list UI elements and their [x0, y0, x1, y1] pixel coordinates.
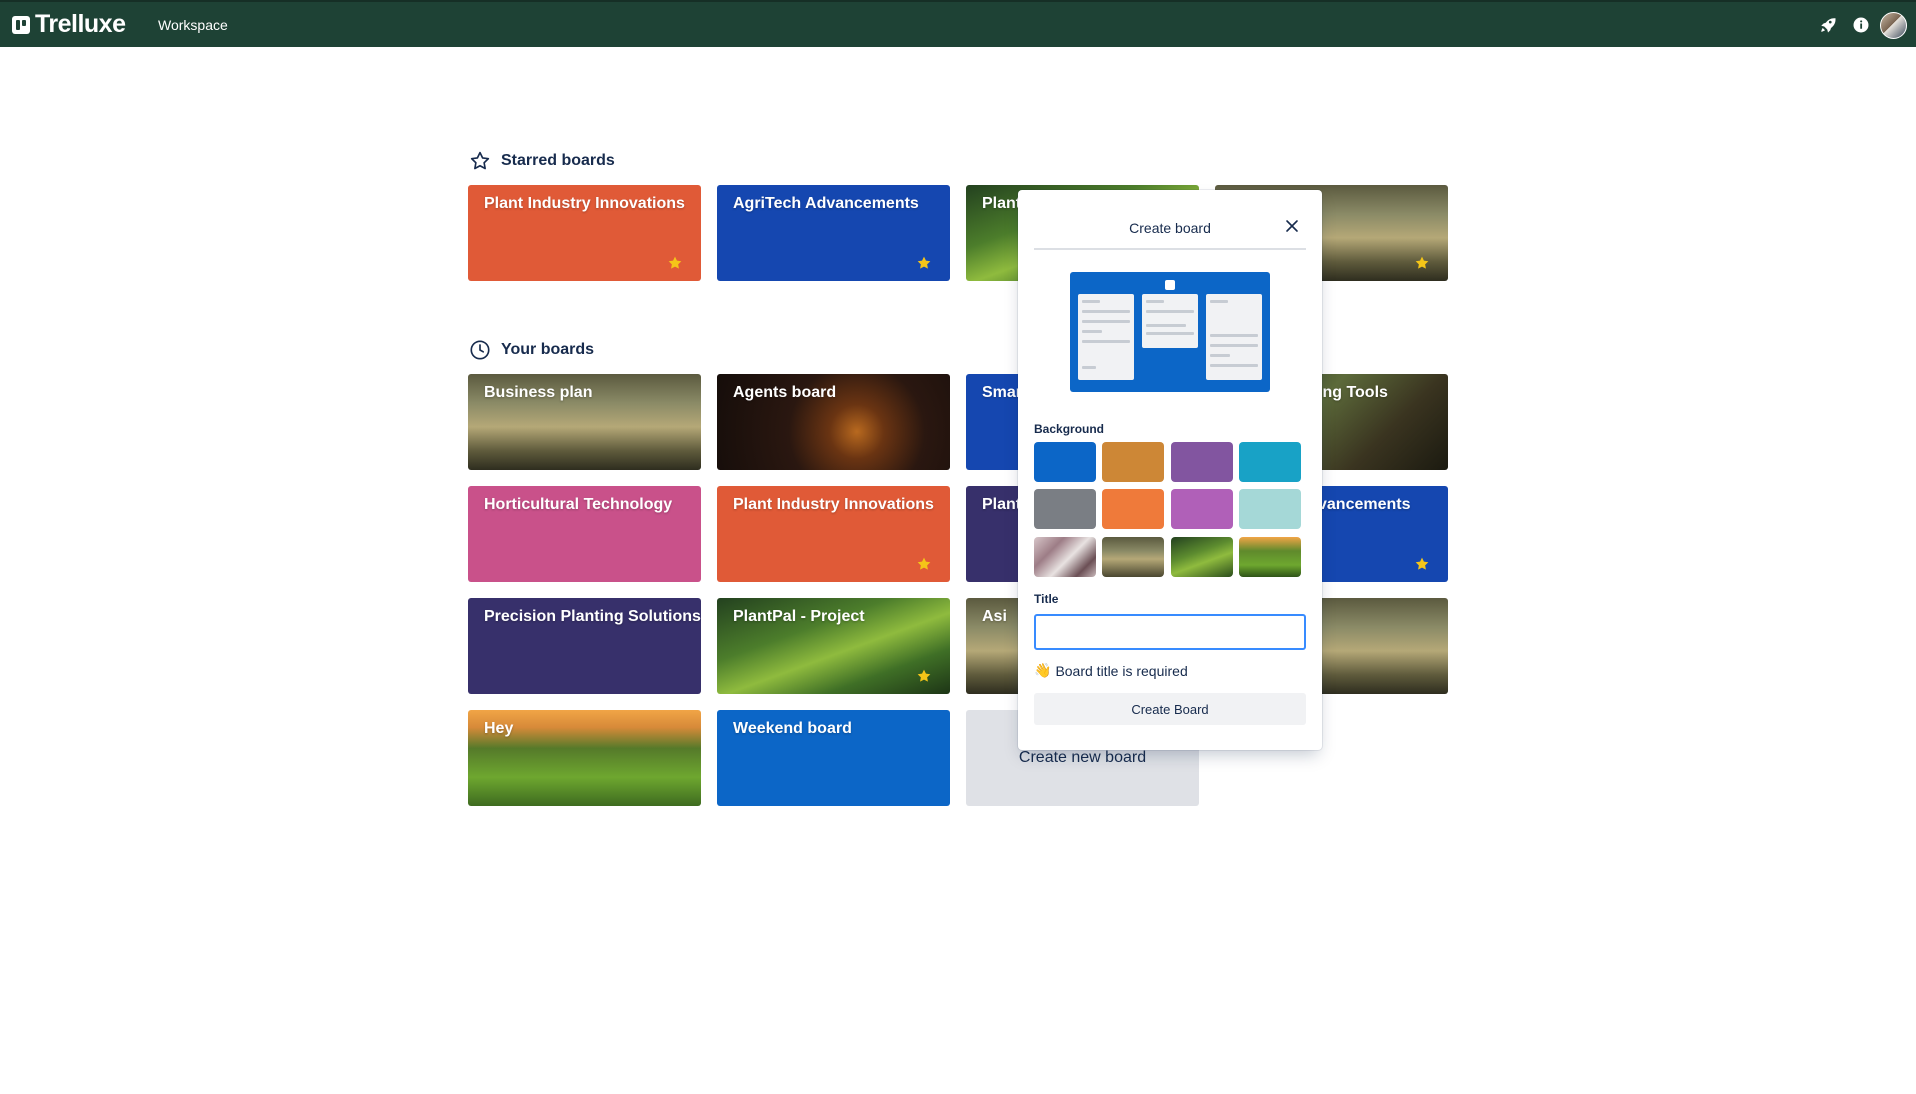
- background-swatch-orange[interactable]: [1102, 489, 1164, 529]
- board-title: Asi: [982, 608, 1007, 625]
- board-title: Hey: [484, 720, 514, 737]
- section-title-your-boards: Your boards: [501, 341, 595, 358]
- board-title: ing Tools: [1318, 384, 1388, 401]
- star-filled-icon[interactable]: [1414, 255, 1430, 271]
- preview-list: [1078, 294, 1134, 380]
- board-tile[interactable]: Precision Planting Solutions: [468, 598, 701, 694]
- title-required-message: 👋 Board title is required: [1034, 662, 1188, 679]
- background-label: Background: [1034, 422, 1105, 436]
- board-preview: [1070, 272, 1270, 392]
- trelluxe-logo-icon: [12, 15, 30, 34]
- board-title: Smar: [982, 384, 1023, 401]
- board-tile[interactable]: AgriTech Advancements: [717, 185, 950, 281]
- board-title: Plant: [982, 496, 1022, 513]
- create-new-board-label: Create new board: [1018, 749, 1147, 766]
- star-filled-icon[interactable]: [916, 556, 932, 572]
- top-nav-bar: Trelluxe Workspace: [0, 0, 1916, 47]
- background-swatch-gray[interactable]: [1034, 489, 1096, 529]
- background-swatch-cyan[interactable]: [1239, 442, 1301, 482]
- board-title: Plant Industry Innovations: [484, 195, 685, 212]
- create-board-popover: Create board Background Title 👋 Board ti…: [1018, 190, 1322, 750]
- board-title: Plant Industry Innovations: [733, 496, 934, 513]
- wave-emoji-icon: 👋: [1034, 662, 1052, 678]
- create-board-button[interactable]: Create Board: [1034, 693, 1306, 725]
- board-title: Horticultural Technology: [484, 496, 673, 513]
- workspace-link[interactable]: Workspace: [158, 17, 228, 33]
- board-title: Agents board: [733, 384, 837, 401]
- board-title: vancements: [1318, 496, 1411, 513]
- your-boards-heading: Your boards: [469, 339, 594, 361]
- section-title-starred: Starred boards: [501, 152, 615, 169]
- background-swatch-teal-light[interactable]: [1239, 489, 1301, 529]
- user-avatar[interactable]: [1880, 12, 1907, 39]
- board-title: Weekend board: [733, 720, 852, 737]
- app-name: Trelluxe: [35, 10, 126, 38]
- background-swatch-orange-brown[interactable]: [1102, 442, 1164, 482]
- background-swatch-magenta[interactable]: [1171, 489, 1233, 529]
- preview-list: [1206, 294, 1262, 380]
- info-icon[interactable]: [1851, 15, 1871, 35]
- board-tile[interactable]: Plant Industry Innovations: [717, 486, 950, 582]
- board-tile[interactable]: Weekend board: [717, 710, 950, 806]
- star-filled-icon[interactable]: [916, 668, 932, 684]
- star-filled-icon[interactable]: [1414, 556, 1430, 572]
- background-photo-flowers[interactable]: [1034, 537, 1096, 577]
- board-tile[interactable]: Agents board: [717, 374, 950, 470]
- star-filled-icon[interactable]: [916, 255, 932, 271]
- board-title: Plant: [982, 195, 1022, 212]
- title-required-text: Board title is required: [1055, 662, 1188, 679]
- board-tile[interactable]: PlantPal - Project: [717, 598, 950, 694]
- board-title: Precision Planting Solutions: [484, 608, 701, 625]
- rocket-icon[interactable]: [1818, 15, 1838, 35]
- star-filled-icon[interactable]: [667, 255, 683, 271]
- board-tile[interactable]: Plant Industry Innovations: [468, 185, 701, 281]
- popover-header: Create board: [1034, 208, 1306, 250]
- popover-title: Create board: [1129, 220, 1211, 236]
- board-title-input[interactable]: [1034, 614, 1306, 650]
- title-label: Title: [1034, 592, 1059, 606]
- starred-boards-heading: Starred boards: [469, 150, 615, 172]
- preview-logo-icon: [1165, 280, 1175, 290]
- board-title: AgriTech Advancements: [733, 195, 919, 212]
- board-title: Business plan: [484, 384, 593, 401]
- close-icon[interactable]: [1282, 216, 1302, 236]
- board-tile[interactable]: Business plan: [468, 374, 701, 470]
- background-swatch-blue[interactable]: [1034, 442, 1096, 482]
- background-photo-mountain[interactable]: [1102, 537, 1164, 577]
- background-photo-valley[interactable]: [1239, 537, 1301, 577]
- clock-icon: [470, 340, 490, 360]
- star-outline-icon: [470, 151, 490, 170]
- board-title: PlantPal - Project: [733, 608, 865, 625]
- background-swatch-purple[interactable]: [1171, 442, 1233, 482]
- board-tile[interactable]: Horticultural Technology: [468, 486, 701, 582]
- preview-list: [1142, 294, 1198, 348]
- board-tile[interactable]: Hey: [468, 710, 701, 806]
- app-logo[interactable]: Trelluxe: [12, 10, 126, 39]
- background-photo-terraces[interactable]: [1171, 537, 1233, 577]
